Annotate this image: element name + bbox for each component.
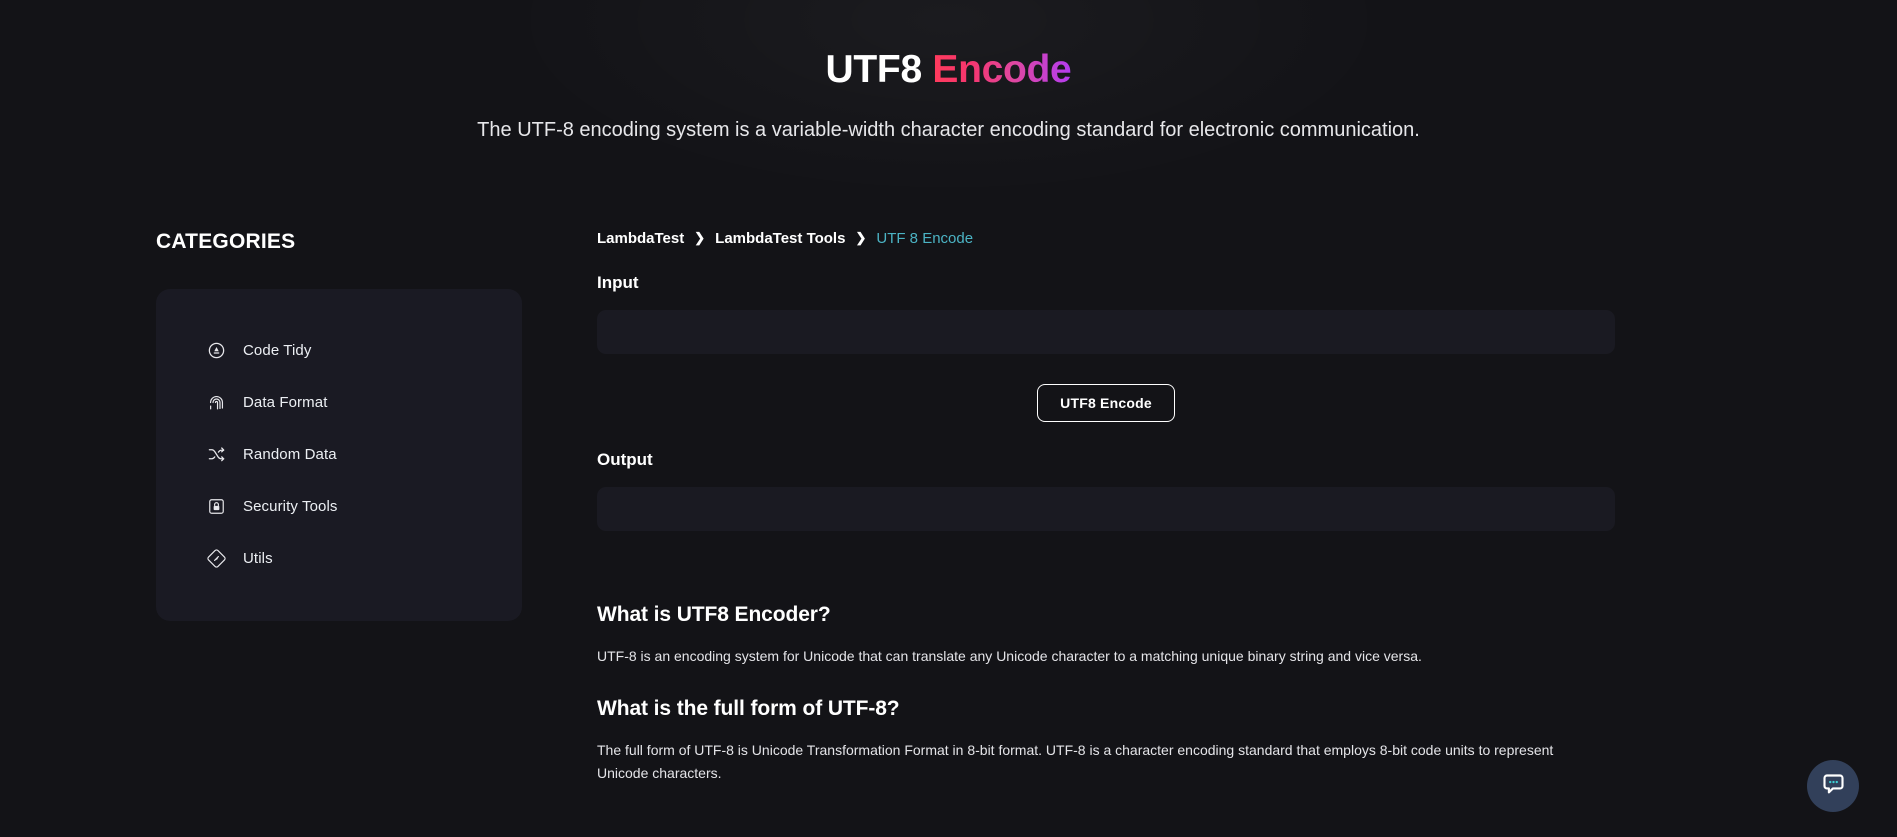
article-what-is-utf8-encoder: What is UTF8 Encoder? UTF-8 is an encodi… bbox=[597, 603, 1582, 668]
sidebar-item-label: Data Format bbox=[243, 394, 328, 412]
input-textarea[interactable] bbox=[597, 309, 1615, 354]
sidebar-item-label: Random Data bbox=[243, 446, 337, 464]
input-label: Input bbox=[597, 272, 639, 292]
breadcrumb-item-lambdatest-tools[interactable]: LambdaTest Tools bbox=[715, 230, 845, 247]
article-full-form-of-utf8: What is the full form of UTF-8? The full… bbox=[597, 697, 1582, 784]
output-label: Output bbox=[597, 449, 653, 469]
article-heading: What is UTF8 Encoder? bbox=[597, 602, 831, 626]
sidebar-item-label: Code Tidy bbox=[243, 342, 312, 360]
lock-icon bbox=[207, 497, 226, 516]
categories-heading: CATEGORIES bbox=[156, 229, 296, 253]
sidebar-item-label: Utils bbox=[243, 550, 273, 568]
breadcrumb-item-current[interactable]: UTF 8 Encode bbox=[876, 230, 973, 247]
sidebar-item-random-data[interactable]: Random Data bbox=[156, 429, 522, 481]
page-title: UTF8 Encode bbox=[0, 46, 1897, 95]
action-row: UTF8 Encode bbox=[597, 383, 1615, 422]
fingerprint-icon bbox=[207, 393, 226, 412]
article-heading: What is the full form of UTF-8? bbox=[597, 697, 900, 721]
hero-section: UTF8 Encode The UTF-8 encoding system is… bbox=[0, 0, 1897, 144]
chevron-right-icon: ❯ bbox=[855, 230, 867, 246]
shuffle-icon bbox=[207, 445, 226, 464]
sidebar-item-security-tools[interactable]: Security Tools bbox=[156, 481, 522, 533]
chevron-right-icon: ❯ bbox=[694, 230, 706, 246]
sidebar-item-code-tidy[interactable]: Code Tidy bbox=[156, 325, 522, 377]
breadcrumb: LambdaTest ❯ LambdaTest Tools ❯ UTF 8 En… bbox=[597, 230, 1582, 247]
utf8-encode-button[interactable]: UTF8 Encode bbox=[1037, 383, 1175, 422]
sidebar-item-data-format[interactable]: Data Format bbox=[156, 377, 522, 429]
page-subtitle: The UTF-8 encoding system is a variable-… bbox=[477, 118, 1420, 141]
sidebar-item-utils[interactable]: Utils bbox=[156, 533, 522, 585]
categories-sidebar: CATEGORIES Code Tidy Data Format Random … bbox=[156, 230, 522, 815]
code-tidy-icon bbox=[207, 341, 226, 360]
categories-card: Code Tidy Data Format Random Data Securi… bbox=[156, 288, 522, 621]
main-panel: LambdaTest ❯ LambdaTest Tools ❯ UTF 8 En… bbox=[522, 230, 1615, 815]
page-title-plain: UTF8 bbox=[825, 48, 923, 91]
page-title-accent: Encode bbox=[932, 48, 1072, 91]
content-area: CATEGORIES Code Tidy Data Format Random … bbox=[0, 144, 1897, 815]
page-root: UTF8 Encode The UTF-8 encoding system is… bbox=[0, 0, 1897, 837]
chat-widget-button[interactable] bbox=[1807, 760, 1859, 812]
sidebar-item-label: Security Tools bbox=[243, 498, 338, 516]
breadcrumb-item-lambdatest[interactable]: LambdaTest bbox=[597, 230, 684, 247]
article-paragraph: The full form of UTF-8 is Unicode Transf… bbox=[597, 742, 1554, 782]
chat-bubble-icon bbox=[1820, 771, 1847, 801]
output-textarea[interactable] bbox=[597, 486, 1615, 531]
article-paragraph: UTF-8 is an encoding system for Unicode … bbox=[597, 647, 1422, 664]
diamond-icon bbox=[207, 549, 226, 568]
